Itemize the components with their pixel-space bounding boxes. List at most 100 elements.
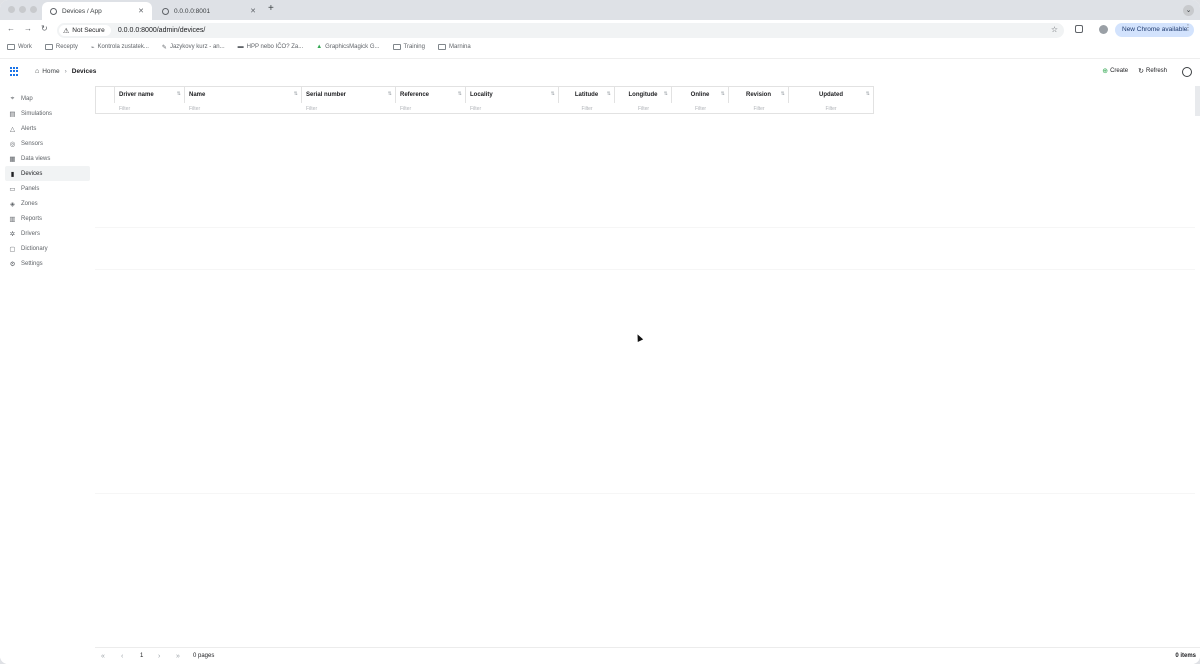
breadcrumb-current: Devices [71, 68, 97, 75]
column-header-locality[interactable]: Locality ⇅ [466, 87, 559, 103]
sidebar-item-sensors[interactable]: ◎ Sensors [5, 136, 90, 151]
bookmark-item[interactable]: Work [7, 44, 32, 50]
chevron-right-icon: › [64, 68, 67, 75]
maximize-window-icon[interactable] [30, 6, 37, 13]
column-header-serial-number[interactable]: Serial number ⇅ [302, 87, 396, 103]
minimize-window-icon[interactable] [19, 6, 26, 13]
bookmark-item[interactable]: ⌁ Kontrola zustatek... [91, 44, 149, 51]
devices-grid: Driver name ⇅ Name ⇅ Serial number ⇅ Refere… [95, 86, 1200, 647]
filter-locality[interactable]: Filter [466, 103, 559, 114]
sort-icon[interactable]: ⇅ [866, 91, 870, 97]
divider [95, 493, 1195, 494]
items-count: 0 items [1175, 653, 1196, 659]
extensions-icon[interactable] [1075, 25, 1083, 33]
sidebar-item-devices[interactable]: ▮ Devices [5, 166, 90, 181]
pages-count: 0 pages [193, 653, 215, 659]
tab-title: Devices / App [62, 7, 102, 15]
apps-grid-icon[interactable] [10, 67, 19, 76]
sort-icon[interactable]: ⇅ [551, 91, 555, 97]
close-window-icon[interactable] [8, 6, 15, 13]
browser-toolbar: ← → ↻ ⚠ Not Secure 0.0.0.0:8000/admin/de… [0, 20, 1200, 40]
next-page-icon[interactable]: › [158, 653, 160, 660]
zone-icon: ◈ [10, 200, 15, 208]
create-button[interactable]: ⊕ Create [1102, 67, 1128, 75]
column-header-revision[interactable]: Revision ⇅ [729, 87, 789, 103]
bookmark-item[interactable]: ▬ HPP nebo IČO? Za... [238, 44, 304, 50]
bookmark-item[interactable]: Recepty [44, 44, 78, 50]
column-header-driver-name[interactable]: Driver name ⇅ [115, 87, 185, 103]
sort-icon[interactable]: ⇅ [458, 91, 462, 97]
vertical-scrollbar[interactable] [1195, 86, 1200, 116]
sort-icon[interactable]: ⇅ [388, 91, 392, 97]
sidebar-item-zones[interactable]: ◈ Zones [5, 196, 90, 211]
column-header-online[interactable]: Online ⇅ [672, 87, 729, 103]
last-page-icon[interactable]: » [176, 653, 180, 660]
column-header-latitude[interactable]: Latitude ⇅ [559, 87, 615, 103]
browser-menu-icon[interactable]: ⋮ [1184, 23, 1192, 32]
folder-icon [438, 44, 446, 50]
filter-updated[interactable]: Filter [789, 103, 873, 114]
device-icon: ▮ [10, 170, 15, 178]
filter-online[interactable]: Filter [672, 103, 729, 114]
back-arrow-icon[interactable]: ← [7, 24, 15, 33]
new-tab-button[interactable]: + [268, 3, 274, 14]
sidebar-item-alerts[interactable]: △ Alerts [5, 121, 90, 136]
close-icon[interactable]: ✕ [138, 7, 144, 15]
bookmark-item[interactable]: ▲ GraphicsMagick G... [316, 44, 379, 50]
bookmark-item[interactable]: Training [392, 44, 425, 50]
column-header-reference[interactable]: Reference ⇅ [396, 87, 466, 103]
sidebar-item-drivers[interactable]: ✲ Drivers [5, 226, 90, 241]
column-header-longitude[interactable]: Longitude ⇅ [615, 87, 672, 103]
column-header-name[interactable]: Name ⇅ [185, 87, 302, 103]
sort-icon[interactable]: ⇅ [664, 91, 668, 97]
filter-revision[interactable]: Filter [729, 103, 789, 114]
link-icon: ▬ [237, 44, 244, 50]
sort-icon[interactable]: ⇅ [781, 91, 785, 97]
security-chip[interactable]: ⚠ Not Secure [59, 25, 111, 36]
filter-serial-number[interactable]: Filter [302, 103, 396, 114]
tab-devices[interactable]: Devices / App ✕ [42, 2, 152, 20]
current-page[interactable]: 1 [140, 653, 143, 659]
bookmark-star-icon[interactable]: ☆ [1051, 25, 1058, 34]
user-account-icon[interactable] [1182, 67, 1192, 77]
sort-icon[interactable]: ⇅ [721, 91, 725, 97]
sidebar-item-map[interactable]: ⌖ Map [5, 91, 90, 106]
tab-port-8001[interactable]: 0.0.0.0:8001 ✕ [154, 2, 264, 20]
bookmarks-bar: Work Recepty ⌁ Kontrola zustatek... ✎ Jazy… [0, 40, 1200, 54]
update-chrome-button[interactable]: New Chrome available [1115, 23, 1195, 37]
url-text[interactable]: 0.0.0.0:8000/admin/devices/ [118, 27, 206, 34]
home-icon[interactable]: ⌂ [35, 68, 39, 75]
sidebar-item-panels[interactable]: ▭ Panels [5, 181, 90, 196]
breadcrumb-home[interactable]: Home [42, 68, 59, 75]
sidebar-item-simulations[interactable]: ▤ Simulations [5, 106, 90, 121]
filter-latitude[interactable]: Filter [559, 103, 615, 114]
pagination-bar: « ‹ 1 › » 0 pages 0 items [95, 647, 1200, 664]
sidebar-item-data-views[interactable]: ▦ Data views [5, 151, 90, 166]
bookmark-item[interactable]: ✎ Jazykovy kurz - an... [162, 44, 225, 51]
filter-reference[interactable]: Filter [396, 103, 466, 114]
reload-icon[interactable]: ↻ [41, 24, 48, 33]
tab-search-icon[interactable]: ⌄ [1183, 5, 1194, 16]
refresh-button[interactable]: ↻ Refresh [1138, 67, 1167, 75]
sidebar-item-reports[interactable]: ▥ Reports [5, 211, 90, 226]
forward-arrow-icon[interactable]: → [24, 24, 32, 33]
sort-icon[interactable]: ⇅ [294, 91, 298, 97]
first-page-icon[interactable]: « [101, 653, 105, 660]
address-bar[interactable]: ⚠ Not Secure 0.0.0.0:8000/admin/devices/… [57, 23, 1064, 38]
sort-icon[interactable]: ⇅ [177, 91, 181, 97]
report-icon: ▥ [9, 215, 16, 223]
previous-page-icon[interactable]: ‹ [121, 653, 123, 660]
profile-avatar[interactable] [1099, 25, 1108, 34]
grid-header: Driver name ⇅ Name ⇅ Serial number ⇅ Refere… [95, 86, 874, 114]
warning-icon: ⚠ [63, 27, 70, 35]
bookmark-item[interactable]: Marnina [438, 44, 471, 50]
column-header-updated[interactable]: Updated ⇅ [789, 87, 873, 103]
sidebar-item-dictionary[interactable]: ▢ Dictionary [5, 241, 90, 256]
select-column[interactable] [96, 87, 115, 103]
filter-longitude[interactable]: Filter [615, 103, 672, 114]
filter-name[interactable]: Filter [185, 103, 302, 114]
sort-icon[interactable]: ⇅ [607, 91, 611, 97]
close-icon[interactable]: ✕ [250, 7, 256, 15]
sidebar-item-settings[interactable]: ⚙ Settings [5, 256, 90, 271]
filter-driver-name[interactable]: Filter [115, 103, 185, 114]
